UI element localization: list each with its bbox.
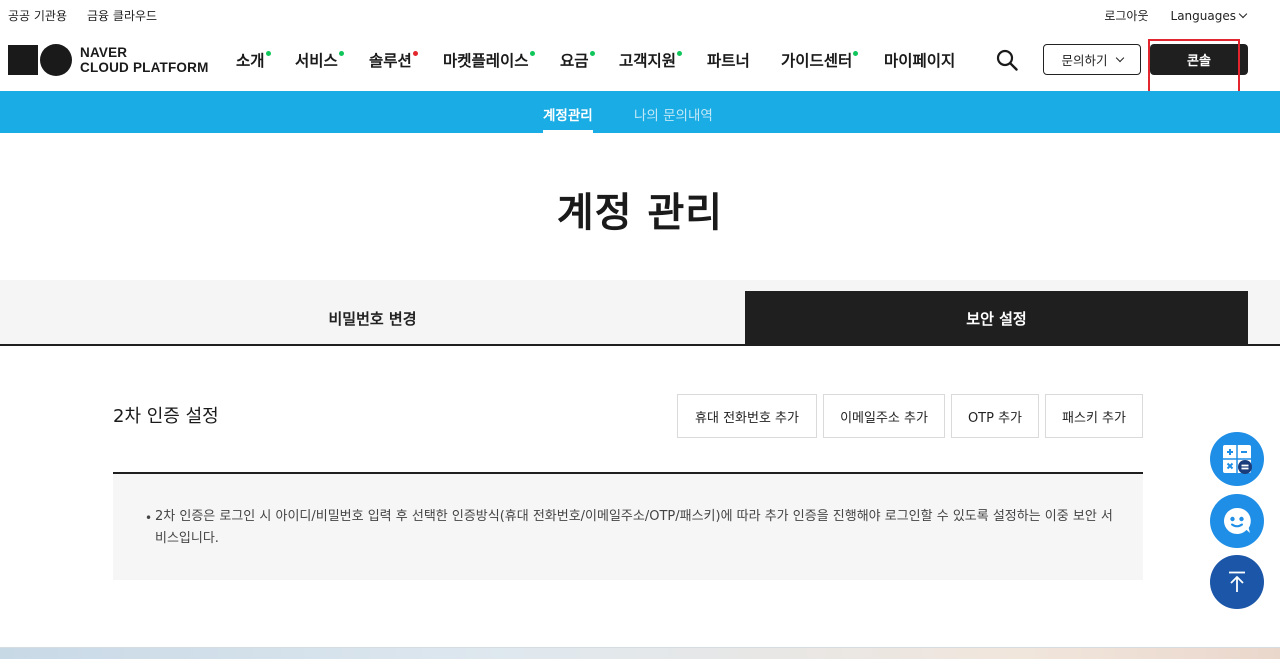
logo-circle-mark <box>40 44 72 76</box>
chevron-down-icon <box>1115 53 1124 63</box>
logo-line-platform: CLOUD PLATFORM <box>80 60 209 75</box>
add-email-button[interactable]: 이메일주소 추가 <box>823 394 945 438</box>
new-dot-icon <box>265 51 271 56</box>
languages-dropdown[interactable]: Languages <box>1170 8 1248 23</box>
chevron-down-icon <box>1238 9 1248 19</box>
chatbot-button[interactable] <box>1210 494 1264 548</box>
nav-item-support[interactable]: 고객지원 <box>619 49 683 71</box>
new-dot-icon <box>589 51 595 56</box>
nav-item-guide-center[interactable]: 가이드센터 <box>781 49 859 71</box>
nav-item-pricing[interactable]: 요금 <box>560 49 595 71</box>
bullet-icon: • <box>145 511 153 525</box>
nav-item-marketplace[interactable]: 마켓플레이스 <box>443 49 535 71</box>
add-otp-button[interactable]: OTP 추가 <box>951 394 1039 438</box>
console-label: 콘솔 <box>1187 54 1211 69</box>
search-icon[interactable] <box>996 49 1018 71</box>
two-factor-description: 2차 인증은 로그인 시 아이디/비밀번호 입력 후 선택한 인증방식(휴대 전… <box>155 509 1113 546</box>
inquiry-dropdown-button[interactable]: 문의하기 <box>1043 44 1141 75</box>
nav-item-label: 소개 <box>236 52 265 70</box>
new-dot-icon <box>529 51 535 56</box>
logout-link[interactable]: 로그아웃 <box>1104 7 1148 24</box>
nav-item-label: 고객지원 <box>619 52 677 70</box>
tab-password-change[interactable]: 비밀번호 변경 <box>0 291 745 345</box>
nav-item-intro[interactable]: 소개 <box>236 49 271 71</box>
nav-item-label: 마이페이지 <box>884 52 956 70</box>
new-dot-icon <box>677 51 683 56</box>
add-passkey-button[interactable]: 패스키 추가 <box>1045 394 1143 438</box>
nav-item-label: 마켓플레이스 <box>443 52 529 70</box>
arrow-up-icon <box>1229 571 1245 592</box>
scroll-to-top-button[interactable] <box>1210 555 1264 609</box>
logo-square-mark <box>8 45 38 75</box>
nav-item-label: 파트너 <box>707 52 750 70</box>
two-factor-section-title: 2차 인증 설정 <box>113 406 219 427</box>
nav-item-solutions[interactable]: 솔루션 <box>369 49 418 71</box>
sub-navigation: 계정관리 나의 문의내역 <box>0 91 1280 133</box>
nav-item-label: 서비스 <box>295 52 338 70</box>
tab-security-settings[interactable]: 보안 설정 <box>745 291 1248 345</box>
page-title: 계정 관리 <box>556 190 724 236</box>
languages-label: Languages <box>1170 8 1236 23</box>
utility-bar: 공공 기관용 금융 클라우드 로그아웃 Languages <box>0 0 1280 28</box>
nav-item-label: 솔루션 <box>369 52 412 70</box>
public-sector-link[interactable]: 공공 기관용 <box>8 7 67 24</box>
calculator-icon <box>1223 445 1252 474</box>
two-factor-info-box: • 2차 인증은 로그인 시 아이디/비밀번호 입력 후 선택한 인증방식(휴대… <box>113 474 1143 580</box>
calculator-button[interactable] <box>1210 432 1264 486</box>
inquiry-label: 문의하기 <box>1061 53 1108 68</box>
footer-edge <box>0 647 1280 659</box>
new-dot-icon <box>412 51 418 56</box>
console-button[interactable]: 콘솔 <box>1150 44 1248 75</box>
nav-item-mypage[interactable]: 마이페이지 <box>884 49 955 71</box>
add-phone-button[interactable]: 휴대 전화번호 추가 <box>677 394 817 438</box>
naver-cloud-logo[interactable]: NAVER CLOUD PLATFORM <box>8 44 209 76</box>
new-dot-icon <box>853 51 859 56</box>
logo-line-naver: NAVER <box>80 45 128 60</box>
finance-cloud-link[interactable]: 금융 클라우드 <box>87 7 157 24</box>
new-dot-icon <box>338 51 344 56</box>
main-header: NAVER CLOUD PLATFORM 소개 서비스 솔루션 마켓플레이스 요… <box>0 28 1280 91</box>
nav-item-label: 가이드센터 <box>781 52 853 70</box>
account-tabs: 비밀번호 변경 보안 설정 <box>0 280 1280 346</box>
nav-item-partners[interactable]: 파트너 <box>707 49 750 71</box>
subnav-tab-my-inquiries[interactable]: 나의 문의내역 <box>634 104 713 124</box>
chatbot-icon <box>1224 507 1251 534</box>
nav-item-label: 요금 <box>560 52 589 70</box>
nav-item-services[interactable]: 서비스 <box>295 49 344 71</box>
subnav-tab-account[interactable]: 계정관리 <box>543 104 593 133</box>
